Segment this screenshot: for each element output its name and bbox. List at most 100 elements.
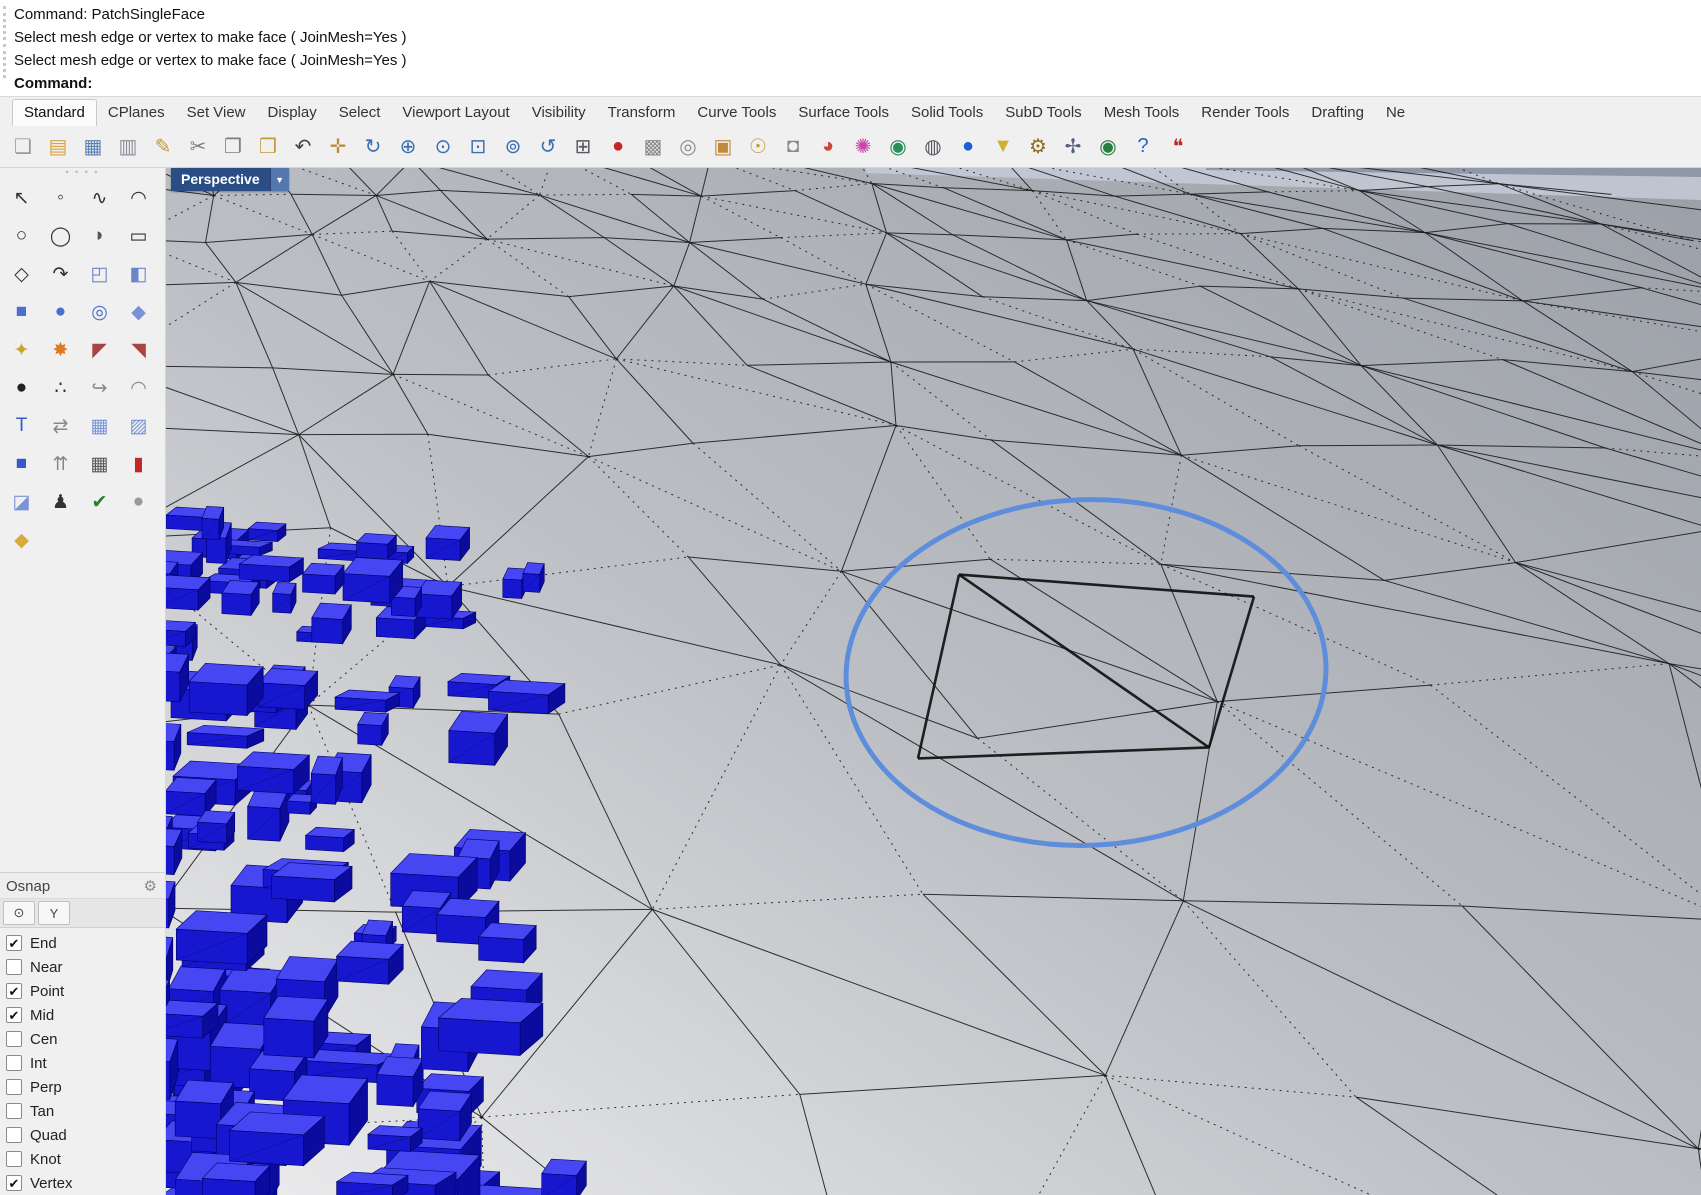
blend-icon[interactable]: ↪ (81, 370, 118, 406)
help-icon[interactable]: ? (1128, 132, 1158, 162)
lightbulb-icon[interactable]: ☉ (743, 132, 773, 162)
menu-tab-curve-tools[interactable]: Curve Tools (686, 100, 787, 126)
print-icon[interactable]: ▥ (113, 132, 143, 162)
osnap-item-quad[interactable]: Quad (6, 1123, 165, 1147)
new-document-icon[interactable]: ❏ (8, 132, 38, 162)
viewport-title[interactable]: Perspective (171, 168, 270, 191)
checkbox-point[interactable]: ✔ (6, 983, 22, 999)
box-icon[interactable]: ■ (3, 294, 40, 330)
checkbox-vertex[interactable]: ✔ (6, 1175, 22, 1191)
osnap-item-vertex[interactable]: ✔Vertex (6, 1171, 165, 1195)
menu-tab-surface-tools[interactable]: Surface Tools (787, 100, 900, 126)
menu-tab-set-view[interactable]: Set View (176, 100, 257, 126)
osnap-node-button[interactable]: ⊙ (3, 901, 35, 925)
surface-points-icon[interactable]: ◰ (81, 256, 118, 292)
osnap-item-int[interactable]: Int (6, 1051, 165, 1075)
lift-icon[interactable]: ⇈ (42, 446, 79, 482)
viewport-canvas[interactable] (166, 168, 1701, 1195)
panel-grip[interactable] (3, 44, 9, 78)
paste-icon[interactable]: ❒ (253, 132, 283, 162)
digitize-icon[interactable]: ◆ (3, 522, 40, 558)
shade-icon[interactable]: ◕ (813, 132, 843, 162)
red-column-icon[interactable]: ▮ (120, 446, 157, 482)
menu-tab-cplanes[interactable]: CPlanes (97, 100, 176, 126)
edit-notes-icon[interactable]: ✎ (148, 132, 178, 162)
menu-tab-transform[interactable]: Transform (597, 100, 687, 126)
menu-tab-standard[interactable]: Standard (12, 99, 97, 126)
move-icon[interactable]: ◎ (673, 132, 703, 162)
menu-tab-viewport-layout[interactable]: Viewport Layout (391, 100, 520, 126)
curve-corner-icon[interactable]: ↷ (42, 256, 79, 292)
grid-points-icon[interactable]: ▦ (81, 446, 118, 482)
menu-tab-display[interactable]: Display (257, 100, 328, 126)
open-file-icon[interactable]: ▤ (43, 132, 73, 162)
spheres-dark-icon[interactable]: ● (3, 370, 40, 406)
car-icon[interactable]: ● (603, 132, 633, 162)
arc-blend-icon[interactable]: ◗ (81, 218, 118, 254)
osnap-item-perp[interactable]: Perp (6, 1075, 165, 1099)
solid-box-icon[interactable]: ■ (3, 446, 40, 482)
torus-icon[interactable]: ◎ (81, 294, 118, 330)
cut-icon[interactable]: ✂ (183, 132, 213, 162)
copy-icon[interactable]: ❐ (218, 132, 248, 162)
color-wheel-icon[interactable]: ✺ (848, 132, 878, 162)
menu-tab-subd-tools[interactable]: SubD Tools (994, 100, 1092, 126)
explode-icon[interactable]: ✸ (42, 332, 79, 368)
dimension-icon[interactable]: ✢ (1058, 132, 1088, 162)
checkbox-tan[interactable] (6, 1103, 22, 1119)
text-icon[interactable]: T (3, 408, 40, 444)
zoom-in-icon[interactable]: ⊕ (393, 132, 423, 162)
feedback-icon[interactable]: ❝ (1163, 132, 1193, 162)
blue-sphere-icon[interactable]: ● (953, 132, 983, 162)
pan-icon[interactable]: ✛ (323, 132, 353, 162)
sidebar-grip[interactable]: • • • • (0, 168, 165, 178)
panel-grip[interactable] (3, 6, 9, 40)
zoom-window-icon[interactable]: ⊡ (463, 132, 493, 162)
filter-icon[interactable]: ▼ (988, 132, 1018, 162)
osnap-item-mid[interactable]: ✔Mid (6, 1003, 165, 1027)
extrude-icon[interactable]: ◤ (81, 332, 118, 368)
menu-tab-drafting[interactable]: Drafting (1300, 100, 1375, 126)
checkbox-mid[interactable]: ✔ (6, 1007, 22, 1023)
checkbox-cen[interactable] (6, 1031, 22, 1047)
arc-icon[interactable]: ◠ (120, 180, 157, 216)
puzzle-icon[interactable]: ✦ (3, 332, 40, 368)
osnap-item-knot[interactable]: Knot (6, 1147, 165, 1171)
arc-continue-icon[interactable]: ◠ (120, 370, 157, 406)
uvn-move-icon[interactable]: ⇄ (42, 408, 79, 444)
osnap-item-cen[interactable]: Cen (6, 1027, 165, 1051)
point-icon[interactable]: ◦ (42, 180, 79, 216)
command-prompt[interactable]: Command: (0, 72, 1701, 96)
array-icon[interactable]: ▦ (81, 408, 118, 444)
rock-icon[interactable]: ● (120, 484, 157, 520)
checkbox-near[interactable] (6, 959, 22, 975)
checkbox-perp[interactable] (6, 1079, 22, 1095)
render-wire-icon[interactable]: ◍ (918, 132, 948, 162)
point-cloud-icon[interactable]: ∴ (42, 370, 79, 406)
globe-icon[interactable]: ◉ (1093, 132, 1123, 162)
chevron-down-icon[interactable]: ▼ (270, 168, 289, 191)
curve-points-icon[interactable]: ∿ (81, 180, 118, 216)
menu-tab-select[interactable]: Select (328, 100, 392, 126)
gears-icon[interactable]: ⚙ (1023, 132, 1053, 162)
sphere-group-icon[interactable]: ● (42, 294, 79, 330)
mannequin-icon[interactable]: ♟ (42, 484, 79, 520)
osnap-item-end[interactable]: ✔End (6, 931, 165, 955)
undo-icon[interactable]: ↶ (288, 132, 318, 162)
polygon-icon[interactable]: ◇ (3, 256, 40, 292)
rectangle-icon[interactable]: ▭ (120, 218, 157, 254)
zoom-previous-icon[interactable]: ↺ (533, 132, 563, 162)
copy-objects-icon[interactable]: ▣ (708, 132, 738, 162)
viewport-layout-icon[interactable]: ⊞ (568, 132, 598, 162)
menu-tab-ne[interactable]: Ne (1375, 100, 1416, 126)
viewport-title-bar[interactable]: Perspective ▼ (171, 168, 289, 191)
cap-icon[interactable]: ◥ (120, 332, 157, 368)
rotate-view-icon[interactable]: ↻ (358, 132, 388, 162)
cplane-grid-icon[interactable]: ▩ (638, 132, 668, 162)
curved-surface-icon[interactable]: ◧ (120, 256, 157, 292)
menu-tab-mesh-tools[interactable]: Mesh Tools (1093, 100, 1191, 126)
check-icon[interactable]: ✔ (81, 484, 118, 520)
menu-tab-solid-tools[interactable]: Solid Tools (900, 100, 994, 126)
osnap-filter-button[interactable]: Y (38, 901, 70, 925)
circle-icon[interactable]: ○ (3, 218, 40, 254)
